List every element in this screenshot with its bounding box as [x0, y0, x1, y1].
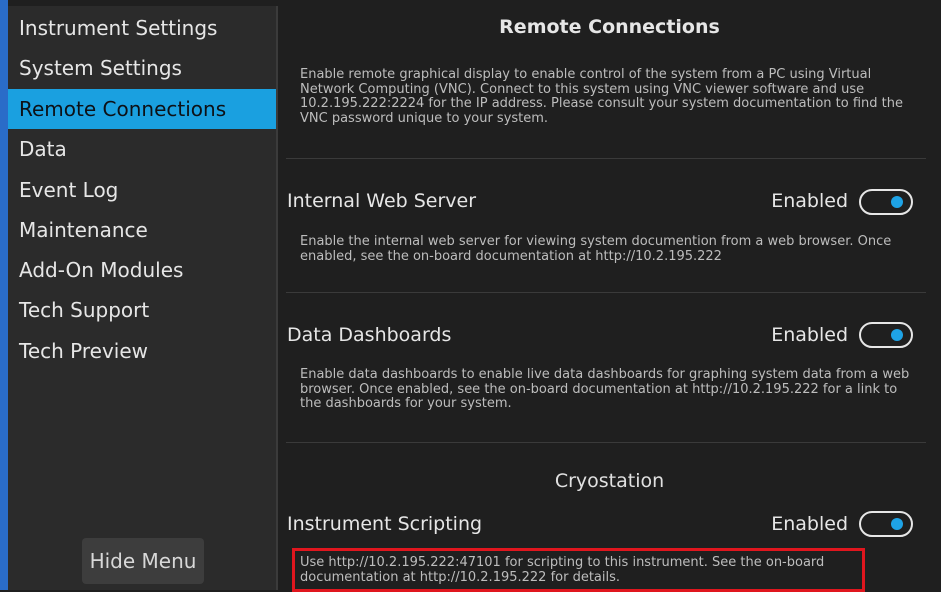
highlight-box: [292, 548, 865, 592]
internal-web-server-title: Internal Web Server: [287, 190, 477, 212]
internal-web-server-description: Enable the internal web server for viewi…: [300, 234, 892, 264]
sidebar-item-tech-support[interactable]: Tech Support: [8, 290, 276, 330]
sidebar-item-remote-connections[interactable]: Remote Connections: [8, 89, 276, 129]
sidebar-item-maintenance[interactable]: Maintenance: [8, 210, 276, 250]
sidebar-item-data[interactable]: Data: [8, 129, 276, 169]
instrument-scripting-title: Instrument Scripting: [287, 513, 483, 535]
divider: [286, 158, 926, 159]
instrument-scripting-status: Enabled: [771, 513, 848, 535]
hide-menu-button[interactable]: Hide Menu: [82, 538, 204, 584]
toggle-knob: [891, 518, 903, 530]
sidebar-item-event-log[interactable]: Event Log: [8, 170, 276, 210]
sidebar-item-instrument-settings[interactable]: Instrument Settings: [8, 8, 276, 48]
data-dashboards-status: Enabled: [771, 324, 848, 346]
app-window: Instrument Settings System Settings Remo…: [0, 0, 941, 592]
toggle-knob: [891, 329, 903, 341]
sidebar-item-system-settings[interactable]: System Settings: [8, 48, 276, 88]
data-dashboards-title: Data Dashboards: [287, 324, 452, 346]
vnc-description: Enable remote graphical display to enabl…: [300, 67, 903, 126]
main-panel: Remote Connections Enable remote graphic…: [278, 6, 941, 592]
sidebar-item-tech-preview[interactable]: Tech Preview: [8, 331, 276, 371]
section-label-cryostation: Cryostation: [554, 470, 665, 492]
sidebar-item-add-on-modules[interactable]: Add-On Modules: [8, 250, 276, 290]
data-dashboards-toggle[interactable]: [859, 322, 913, 348]
internal-web-server-status: Enabled: [771, 190, 848, 212]
toggle-knob: [891, 196, 903, 208]
instrument-scripting-toggle[interactable]: [859, 511, 913, 537]
divider: [286, 442, 926, 443]
page-title: Remote Connections: [499, 16, 720, 38]
sidebar: Instrument Settings System Settings Remo…: [8, 6, 276, 590]
divider: [286, 292, 926, 293]
internal-web-server-toggle[interactable]: [859, 189, 913, 215]
data-dashboards-description: Enable data dashboards to enable live da…: [300, 367, 910, 411]
window-border: [0, 0, 8, 590]
